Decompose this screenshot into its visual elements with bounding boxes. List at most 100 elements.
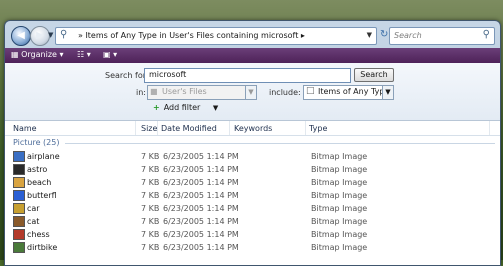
file-size: 7 KB <box>141 152 160 161</box>
bitmap-thumbnail-icon <box>13 177 25 188</box>
include-select[interactable]: □ Items of Any Type ▼ <box>303 85 394 100</box>
bitmap-thumbnail-icon <box>13 164 25 175</box>
column-date-modified[interactable]: Date Modified <box>161 124 217 133</box>
address-dropdown-icon[interactable]: ▼ <box>367 31 372 39</box>
list-item[interactable]: astro 7 KB 6/23/2005 1:14 PM Bitmap Image <box>5 163 500 176</box>
address-field[interactable]: ⚲ » Items of Any Type in User's Files co… <box>55 27 377 45</box>
search-pane: Search for: microsoft Search in: ■ User'… <box>5 63 500 121</box>
file-size: 7 KB <box>141 204 160 213</box>
file-list: Name Size Date Modified Keywords Type Pi… <box>5 121 500 265</box>
file-name: butterfl <box>27 191 57 200</box>
bitmap-thumbnail-icon <box>13 229 25 240</box>
file-type: Bitmap Image <box>311 191 368 200</box>
file-size: 7 KB <box>141 243 160 252</box>
file-type: Bitmap Image <box>311 243 368 252</box>
file-date-modified: 6/23/2005 1:14 PM <box>163 178 239 187</box>
forward-arrow-icon: ▶ <box>36 30 44 41</box>
bitmap-thumbnail-icon <box>13 242 25 253</box>
file-type: Bitmap Image <box>311 165 368 174</box>
column-header-row: Name Size Date Modified Keywords Type <box>5 121 500 136</box>
add-filter-dropdown-icon: ▼ <box>212 104 219 112</box>
bitmap-thumbnail-icon <box>13 151 25 162</box>
column-type[interactable]: Type <box>309 124 327 133</box>
column-size[interactable]: Size <box>141 124 157 133</box>
list-item[interactable]: dirtbike 7 KB 6/23/2005 1:14 PM Bitmap Imag… <box>5 241 500 254</box>
column-separator[interactable] <box>157 121 158 135</box>
column-keywords[interactable]: Keywords <box>234 124 272 133</box>
back-arrow-icon: ◀ <box>17 30 25 41</box>
file-name: car <box>27 204 40 213</box>
file-rows: airplane 7 KB 6/23/2005 1:14 PM Bitmap Imag… <box>5 150 500 254</box>
column-name[interactable]: Name <box>13 124 37 133</box>
file-date-modified: 6/23/2005 1:14 PM <box>163 217 239 226</box>
column-separator[interactable] <box>489 121 490 135</box>
column-separator[interactable] <box>135 121 136 135</box>
file-date-modified: 6/23/2005 1:14 PM <box>163 191 239 200</box>
file-type: Bitmap Image <box>311 178 368 187</box>
plus-icon: + <box>153 103 160 112</box>
search-button-label: Search <box>360 70 388 79</box>
file-size: 7 KB <box>141 178 160 187</box>
organize-label: Organize <box>21 50 57 59</box>
back-button[interactable]: ◀ <box>11 26 31 46</box>
location-select[interactable]: ■ User's Files ▼ <box>147 85 257 100</box>
recent-pages-dropdown-icon[interactable]: ▼ <box>48 31 53 39</box>
search-folder-icon: ⚲ <box>60 29 68 40</box>
list-item[interactable]: airplane 7 KB 6/23/2005 1:14 PM Bitmap Imag… <box>5 150 500 163</box>
organize-menu[interactable]: ▦ Organize ▾ <box>11 50 64 59</box>
search-query-input[interactable]: microsoft <box>144 68 351 83</box>
search-icon[interactable]: ⚲ <box>483 29 490 40</box>
column-separator[interactable] <box>305 121 306 135</box>
document-icon: □ <box>306 86 315 96</box>
include-label: include: <box>269 88 301 97</box>
search-input[interactable]: Search ⚲ <box>389 27 495 45</box>
list-item[interactable]: cat 7 KB 6/23/2005 1:14 PM Bitmap Image <box>5 215 500 228</box>
location-dropdown-icon: ▼ <box>245 86 256 99</box>
add-filter-label: Add filter <box>163 103 201 112</box>
file-size: 7 KB <box>141 217 160 226</box>
file-name: cat <box>27 217 40 226</box>
location-value: User's Files <box>162 87 207 96</box>
layout-icon: ▣ <box>103 50 111 59</box>
list-item[interactable]: car 7 KB 6/23/2005 1:14 PM Bitmap Image <box>5 202 500 215</box>
forward-button[interactable]: ▶ <box>30 26 50 46</box>
file-size: 7 KB <box>141 191 160 200</box>
include-dropdown-icon: ▼ <box>382 86 393 99</box>
search-placeholder: Search <box>394 31 422 40</box>
list-item[interactable]: butterfl 7 KB 6/23/2005 1:14 PM Bitmap Imag… <box>5 189 500 202</box>
views-menu[interactable]: ☷ ▾ <box>77 50 91 59</box>
file-type: Bitmap Image <box>311 204 368 213</box>
add-filter-button[interactable]: + Add filter ▼ <box>153 103 218 112</box>
file-date-modified: 6/23/2005 1:14 PM <box>163 165 239 174</box>
file-size: 7 KB <box>141 230 160 239</box>
bitmap-thumbnail-icon <box>13 216 25 227</box>
file-name: dirtbike <box>27 243 58 252</box>
search-query-text: microsoft <box>149 70 187 79</box>
views-icon: ☷ <box>77 50 85 59</box>
in-label: in: <box>136 88 146 97</box>
folder-icon: ■ <box>150 87 158 96</box>
file-type: Bitmap Image <box>311 152 368 161</box>
refresh-icon[interactable]: ↻ <box>380 29 388 40</box>
file-name: airplane <box>27 152 60 161</box>
file-date-modified: 6/23/2005 1:14 PM <box>163 152 239 161</box>
list-item[interactable]: chess 7 KB 6/23/2005 1:14 PM Bitmap Image <box>5 228 500 241</box>
file-date-modified: 6/23/2005 1:14 PM <box>163 230 239 239</box>
column-separator[interactable] <box>229 121 230 135</box>
list-item[interactable]: beach 7 KB 6/23/2005 1:14 PM Bitmap Image <box>5 176 500 189</box>
command-bar: ▦ Organize ▾ ☷ ▾ ▣ ▾ <box>5 48 500 63</box>
file-name: chess <box>27 230 50 239</box>
bitmap-thumbnail-icon <box>13 190 25 201</box>
group-header-picture[interactable]: Picture (25) <box>13 138 59 147</box>
address-path[interactable]: » Items of Any Type in User's Files cont… <box>78 31 305 40</box>
address-bar: ◀ ▶ ▼ ⚲ » Items of Any Type in User's Fi… <box>5 25 500 47</box>
explorer-window: ◀ ▶ ▼ ⚲ » Items of Any Type in User's Fi… <box>4 20 501 266</box>
file-size: 7 KB <box>141 165 160 174</box>
file-name: astro <box>27 165 48 174</box>
file-name: beach <box>27 178 52 187</box>
search-button[interactable]: Search <box>354 68 394 82</box>
group-divider <box>65 143 495 144</box>
file-type: Bitmap Image <box>311 230 368 239</box>
include-value: Items of Any Type <box>318 87 390 96</box>
layout-menu[interactable]: ▣ ▾ <box>103 50 117 59</box>
